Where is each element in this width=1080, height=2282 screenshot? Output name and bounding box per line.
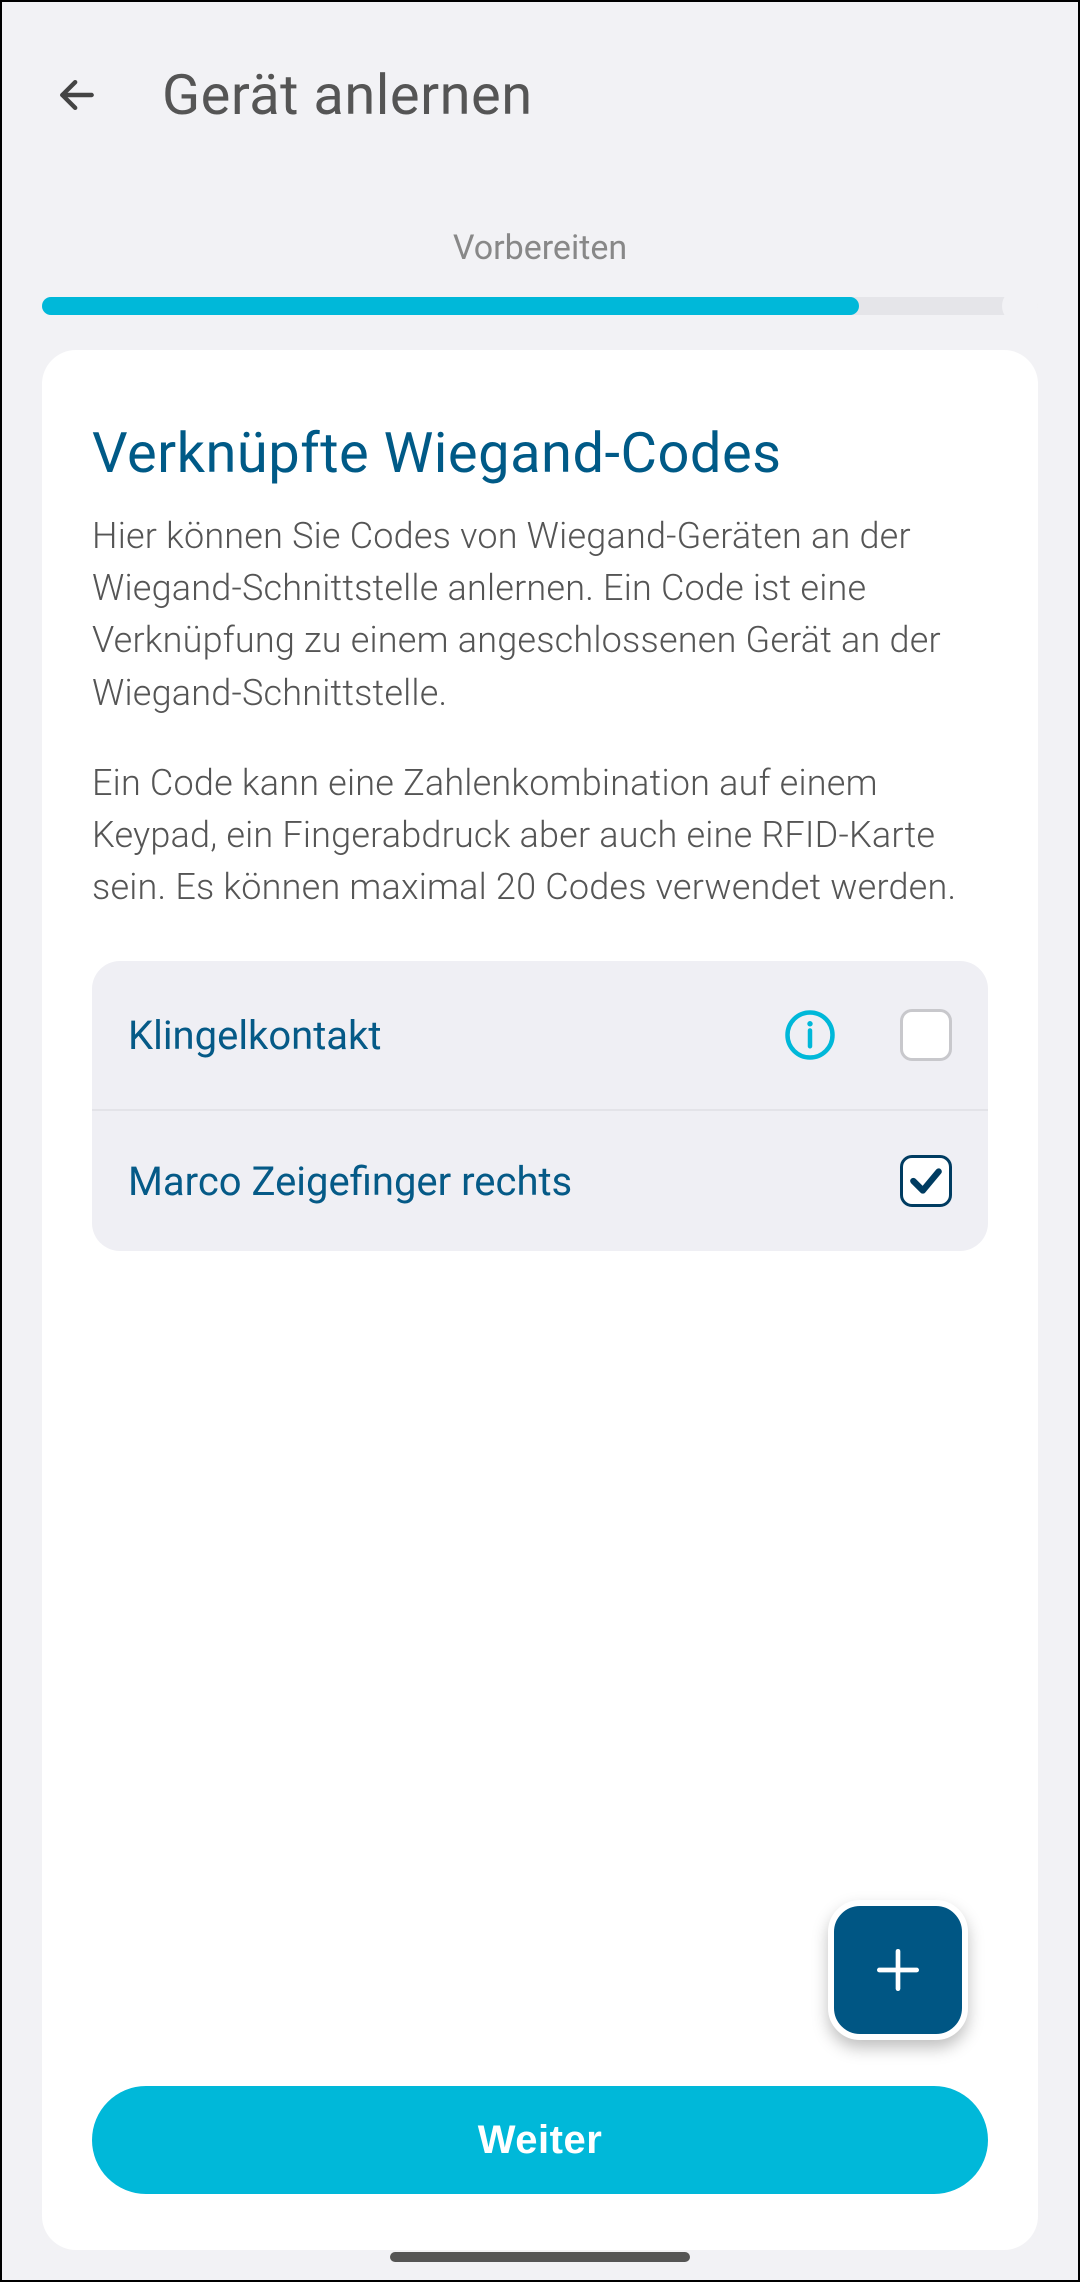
code-label: Klingelkontakt (128, 1012, 760, 1059)
add-code-button[interactable] (828, 1900, 968, 2040)
card-paragraph: Hier können Sie Codes von Wiegand-Geräte… (92, 510, 988, 719)
check-icon (907, 1162, 945, 1200)
code-row: Marco Zeigefinger rechts (92, 1109, 988, 1251)
code-label: Marco Zeigefinger rechts (128, 1158, 880, 1205)
card-paragraph: Ein Code kann eine Zahlenkombination auf… (92, 757, 988, 914)
plus-icon (870, 1942, 926, 1998)
progress-fill (42, 297, 859, 315)
arrow-left-icon (55, 73, 99, 117)
code-row: Klingelkontakt (92, 961, 988, 1109)
app-header: Gerät anlernen (2, 2, 1078, 168)
code-list: Klingelkontakt Marco Zeigefinger rechts (92, 961, 988, 1251)
home-indicator (390, 2252, 690, 2262)
content-card: Verknüpfte Wiegand-Codes Hier können Sie… (42, 350, 1038, 2250)
wizard-progress (42, 292, 1038, 320)
code-checkbox[interactable] (900, 1155, 952, 1207)
info-button[interactable] (780, 1005, 840, 1065)
wizard-step-label: Vorbereiten (2, 228, 1078, 268)
info-icon (783, 1008, 837, 1062)
progress-handle[interactable] (1002, 288, 1038, 324)
card-title: Verknüpfte Wiegand-Codes (92, 420, 988, 486)
code-checkbox[interactable] (900, 1009, 952, 1061)
next-button[interactable]: Weiter (92, 2086, 988, 2194)
page-title: Gerät anlernen (162, 62, 533, 128)
card-body: Hier können Sie Codes von Wiegand-Geräte… (92, 510, 988, 913)
back-button[interactable] (52, 70, 102, 120)
